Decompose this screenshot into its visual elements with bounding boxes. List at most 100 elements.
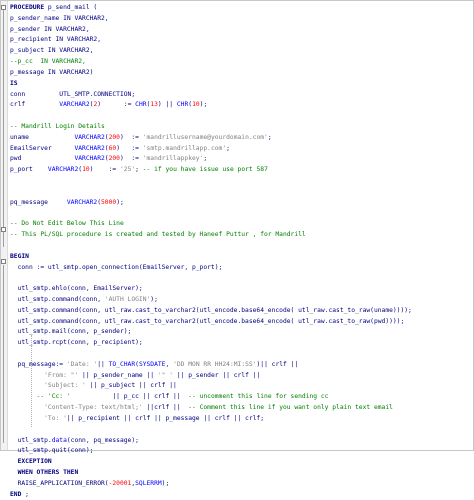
code-token: ); (116, 198, 124, 206)
code-line[interactable]: -- Mandrill Login Details (10, 122, 471, 133)
code-line[interactable]: 'Content-Type: text/html;' ||crlf || -- … (10, 403, 471, 414)
code-line[interactable]: utl_smtp.data(conn, pq_message); (10, 436, 471, 447)
code-line[interactable]: p_recipient IN VARCHAR2, (10, 35, 471, 46)
code-token: ) := (97, 101, 136, 109)
code-line[interactable]: crlf VARCHAR2(2) := CHR(13) || CHR(10); (10, 100, 471, 111)
code-token: EmailServer (10, 144, 75, 152)
code-line[interactable]: BEGIN (10, 252, 471, 263)
code-line[interactable] (10, 241, 471, 252)
code-line[interactable]: WHEN OTHERS THEN (10, 468, 471, 479)
code-token: 'Date: ' (66, 360, 98, 368)
code-line[interactable]: p_port VARCHAR2(10) := '25'; -- if you h… (10, 165, 471, 176)
code-token: --p_cc IN VARCHAR2, (10, 58, 86, 66)
code-token: conn (10, 90, 60, 98)
code-token: p_recipient IN VARCHAR2, (10, 36, 101, 44)
code-line[interactable]: EXCEPTION (10, 457, 471, 468)
code-token: (conn, pq_message); (66, 436, 139, 444)
code-line[interactable]: END ; (10, 490, 471, 500)
code-line[interactable]: utl_smtp.command(conn, utl_raw.cast_to_v… (10, 306, 471, 317)
code-line[interactable]: conn := utl_smtp.open_connection(EmailSe… (10, 263, 471, 274)
fold-toggle-procedure-icon[interactable] (1, 5, 6, 10)
code-line[interactable]: utl_smtp.ehlo(conn, EmailServer); (10, 284, 471, 295)
code-token: , (165, 360, 174, 368)
code-line[interactable]: utl_smtp.quit(conn); (10, 446, 471, 457)
code-token: ||crlf || (142, 404, 189, 412)
code-editor[interactable]: PROCEDURE p_send_mail (p_sender_name IN … (0, 0, 474, 498)
code-token: -- This PL/SQL procedure is created and … (10, 231, 306, 239)
code-token: utl_smtp.command(conn, utl_raw.cast_to_v… (10, 317, 405, 325)
code-line[interactable]: pwd VARCHAR2(200) := 'mandrillappkey'; (10, 154, 471, 165)
code-line[interactable]: -- Do Not Edit Below This Line (10, 219, 471, 230)
code-token: ) := (119, 155, 143, 163)
code-line[interactable]: utl_smtp.command(conn, 'AUTH LOGIN'); (10, 295, 471, 306)
code-line[interactable]: p_message IN VARCHAR2) (10, 68, 471, 79)
code-token: 'AUTH LOGIN' (104, 295, 151, 303)
code-line[interactable]: IS (10, 79, 471, 90)
code-token: p_subject IN VARCHAR2, (10, 47, 94, 55)
code-line[interactable] (10, 187, 471, 198)
code-line[interactable] (10, 349, 471, 360)
code-line[interactable]: PROCEDURE p_send_mail ( (10, 3, 471, 14)
code-token: pwd (10, 155, 75, 163)
code-token: IS (10, 79, 18, 87)
code-token: ); (161, 479, 170, 487)
code-line[interactable] (10, 425, 471, 436)
code-token: ; (203, 155, 208, 163)
code-token: 'mandrillusername@yourdomain.com' (142, 133, 268, 141)
code-line[interactable]: utl_smtp.mail(conn, p_sender); (10, 327, 471, 338)
code-token: 13 (150, 101, 158, 109)
code-line[interactable]: -- 'Cc: ' || p_cc || crlf || -- uncommen… (10, 392, 471, 403)
code-line[interactable]: 'To: '|| p_recipient || crlf || p_messag… (10, 414, 471, 425)
code-token: RAISE_APPLICATION_ERROR( (10, 479, 109, 487)
code-token: BEGIN (10, 252, 29, 260)
code-line[interactable]: EmailServer VARCHAR2(60) := 'smtp.mandri… (10, 144, 471, 155)
code-line[interactable]: p_sender IN VARCHAR2, (10, 25, 471, 36)
code-token: p_sender IN VARCHAR2, (10, 25, 90, 33)
code-line[interactable]: -- This PL/SQL procedure is created and … (10, 230, 471, 241)
code-token: uname (10, 133, 75, 141)
code-token: ; (135, 166, 143, 174)
code-token: -- Mandrill Login Details (10, 122, 105, 130)
code-line[interactable]: 'Subject: ' || p_subject || crlf || (10, 381, 471, 392)
code-line[interactable] (10, 208, 471, 219)
code-line[interactable] (10, 111, 471, 122)
code-token: '25' (120, 166, 136, 174)
code-line[interactable]: pq_message:= 'Date: '|| TO_CHAR(SYSDATE,… (10, 360, 471, 371)
code-line[interactable]: p_subject IN VARCHAR2, (10, 46, 471, 57)
fold-guide-comment (3, 237, 4, 247)
code-token: || p_sender || crlf || (173, 371, 261, 379)
code-text-area[interactable]: PROCEDURE p_send_mail (p_sender_name IN … (10, 3, 471, 500)
code-token: ) := (116, 144, 143, 152)
code-token: p_port (10, 166, 48, 174)
code-line[interactable] (10, 273, 471, 284)
fold-toggle-comment-icon[interactable] (1, 227, 6, 232)
code-token: '" ' (157, 371, 174, 379)
code-line[interactable]: uname VARCHAR2(200) := 'mandrillusername… (10, 133, 471, 144)
code-token: utl_smtp.ehlo(conn, EmailServer); (10, 285, 143, 293)
code-line[interactable]: --p_cc IN VARCHAR2, (10, 57, 471, 68)
code-token: END (10, 490, 26, 498)
fold-toggle-begin-icon[interactable] (1, 259, 6, 264)
code-token: 200 (108, 133, 120, 141)
code-token: VARCHAR2 (59, 101, 90, 109)
code-token: )|| crlf || (256, 360, 299, 368)
code-line[interactable]: pq_message VARCHAR2(5000); (10, 198, 471, 209)
fold-guide-procedure (3, 10, 4, 240)
code-token: ) := (119, 133, 143, 141)
code-token: utl_smtp.rcpt(conn, p_recipient); (10, 339, 143, 347)
code-token: 'DD MON RR HH24:MI:SS' (173, 360, 257, 368)
code-line[interactable]: conn UTL_SMTP.CONNECTION; (10, 90, 471, 101)
code-token: -- if you have issue use port 587 (142, 166, 268, 174)
code-line[interactable]: utl_smtp.command(conn, utl_raw.cast_to_v… (10, 317, 471, 328)
code-token: pq_message (10, 198, 67, 206)
code-token: CHR (135, 101, 147, 109)
code-line[interactable]: RAISE_APPLICATION_ERROR(-20001,SQLERRM); (10, 479, 471, 490)
code-line[interactable]: utl_smtp.rcpt(conn, p_recipient); (10, 338, 471, 349)
code-line[interactable]: p_sender_name IN VARCHAR2, (10, 14, 471, 25)
code-line[interactable] (10, 176, 471, 187)
code-token: crlf (10, 101, 60, 109)
code-line[interactable]: 'From: "' || p_sender_name || '" ' || p_… (10, 371, 471, 382)
code-token: p_sender_name IN VARCHAR2, (10, 14, 109, 22)
code-token: 'mandrillappkey' (142, 155, 204, 163)
